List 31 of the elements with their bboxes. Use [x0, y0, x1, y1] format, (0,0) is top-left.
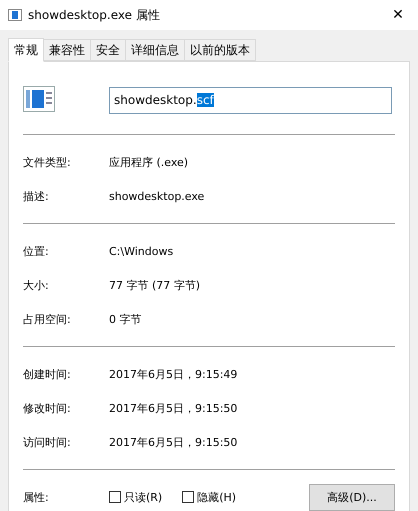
tab[interactable]: 详细信息 — [125, 39, 185, 61]
property-value: 应用程序 (.exe) — [109, 154, 188, 170]
property-value: showdesktop.exe — [109, 190, 204, 202]
attributes-label: 属性: — [23, 490, 50, 504]
property-label: 位置: — [23, 244, 50, 258]
property-label: 大小: — [23, 278, 50, 292]
checkbox-label: 隐藏(H) — [197, 490, 236, 504]
tab[interactable]: 常规 — [8, 38, 44, 62]
app-icon — [8, 9, 22, 21]
property-label: 占用空间: — [23, 312, 72, 326]
property-label: 访问时间: — [23, 434, 72, 450]
property-value: 77 字节 (77 字节) — [109, 278, 200, 292]
checkbox[interactable] — [109, 491, 121, 503]
window-title: showdesktop.exe 属性 — [28, 6, 161, 24]
property-value: 2017年6月5日，9:15:50 — [109, 434, 238, 450]
property-value: C:\Windows — [109, 244, 174, 258]
property-value: 2017年6月5日，9:15:50 — [109, 400, 238, 416]
property-label: 描述: — [23, 188, 50, 204]
property-label: 修改时间: — [23, 400, 72, 416]
checkbox[interactable] — [182, 491, 194, 503]
property-value: 0 字节 — [109, 312, 142, 326]
tab[interactable]: 安全 — [90, 39, 126, 61]
tab[interactable]: 兼容性 — [43, 39, 91, 61]
advanced-button[interactable]: 高级(D)... — [309, 484, 395, 510]
tab[interactable]: 以前的版本 — [184, 39, 256, 61]
window-file-icon — [23, 86, 55, 112]
checkbox-label: 只读(R) — [124, 490, 162, 504]
property-label: 文件类型: — [23, 154, 72, 170]
property-value: 2017年6月5日，9:15:49 — [109, 366, 238, 382]
property-label: 创建时间: — [23, 366, 72, 382]
file-name-field[interactable]: showdesktop.scf — [109, 86, 392, 114]
